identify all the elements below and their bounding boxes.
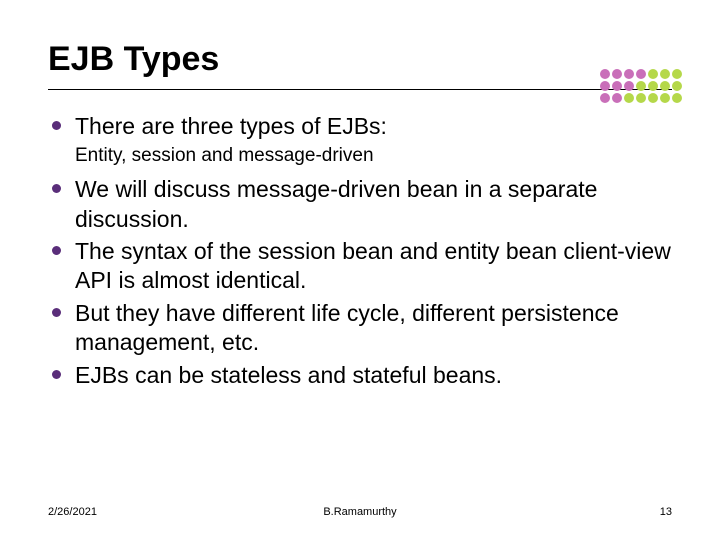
dot-icon	[624, 81, 634, 91]
decorative-dots	[600, 69, 682, 103]
dot-icon	[648, 69, 658, 79]
dot-icon	[612, 93, 622, 103]
dot-icon	[648, 81, 658, 91]
list-item-text: The syntax of the session bean and entit…	[75, 237, 672, 296]
list-item: EJBs can be stateless and stateful beans…	[52, 361, 672, 390]
dot-icon	[660, 69, 670, 79]
footer-page: 13	[660, 506, 672, 518]
dot-icon	[624, 69, 634, 79]
list-item: We will discuss message-driven bean in a…	[52, 175, 672, 234]
page-title: EJB Types	[48, 40, 672, 79]
title-wrap: EJB Types	[48, 40, 672, 90]
dot-icon	[660, 81, 670, 91]
dot-icon	[600, 81, 610, 91]
list-item: The syntax of the session bean and entit…	[52, 237, 672, 296]
footer-date: 2/26/2021	[48, 506, 97, 518]
dot-icon	[648, 93, 658, 103]
list-item-text: But they have different life cycle, diff…	[75, 299, 672, 358]
list-item-text: EJBs can be stateless and stateful beans…	[75, 361, 502, 390]
list-item-text: We will discuss message-driven bean in a…	[75, 175, 672, 234]
dot-icon	[672, 93, 682, 103]
dot-icon	[612, 81, 622, 91]
dot-icon	[636, 93, 646, 103]
dot-icon	[636, 69, 646, 79]
bullet-icon	[52, 308, 61, 317]
dot-icon	[600, 69, 610, 79]
dot-icon	[636, 81, 646, 91]
dot-icon	[600, 93, 610, 103]
list-item-text: There are three types of EJBs:	[75, 112, 387, 141]
footer: 2/26/2021 B.Ramamurthy 13	[48, 506, 672, 518]
content-list: There are three types of EJBs: Entity, s…	[48, 112, 672, 390]
bullet-icon	[52, 370, 61, 379]
dot-icon	[672, 81, 682, 91]
footer-author: B.Ramamurthy	[323, 506, 396, 518]
list-item-sub: Entity, session and message-driven	[75, 144, 672, 169]
bullet-icon	[52, 121, 61, 130]
dot-icon	[612, 69, 622, 79]
bullet-icon	[52, 184, 61, 193]
dot-icon	[672, 69, 682, 79]
list-item: But they have different life cycle, diff…	[52, 299, 672, 358]
dot-icon	[624, 93, 634, 103]
list-item: There are three types of EJBs:	[52, 112, 672, 141]
bullet-icon	[52, 246, 61, 255]
dot-icon	[660, 93, 670, 103]
slide: EJB Types There are three types of EJBs:…	[0, 0, 720, 540]
